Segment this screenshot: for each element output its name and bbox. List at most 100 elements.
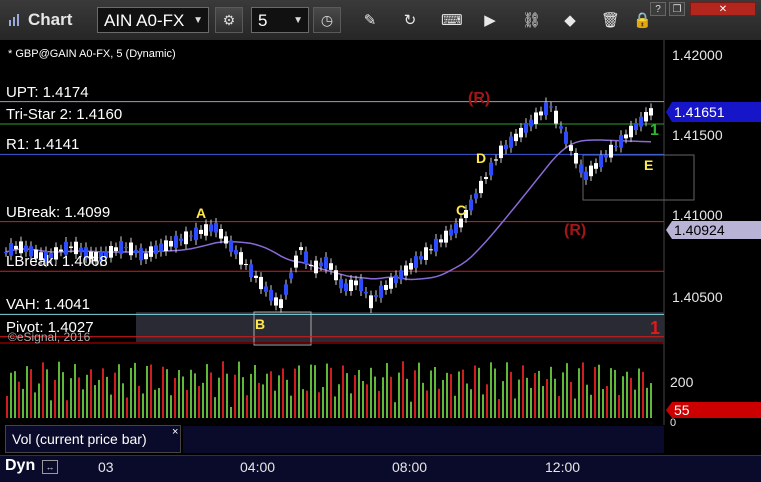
volume-bar xyxy=(50,400,52,418)
refresh-icon[interactable]: ↻ xyxy=(401,12,419,30)
candle-body xyxy=(634,123,638,131)
dynamic-label[interactable]: Dyn xyxy=(5,457,35,475)
volume-bar xyxy=(442,380,444,418)
trash-icon[interactable]: 🗑 xyxy=(601,12,620,30)
candle-body xyxy=(309,265,313,267)
time-template-button[interactable]: ◷ xyxy=(313,7,341,33)
candle-body xyxy=(79,247,83,253)
help-button[interactable]: ? xyxy=(650,2,666,16)
volume-bar xyxy=(178,370,180,418)
candle-body xyxy=(414,256,418,268)
volume-bar xyxy=(146,365,148,418)
volume-bar xyxy=(114,372,116,418)
lock-icon[interactable]: 🔒 xyxy=(633,12,652,30)
candle-body xyxy=(59,249,63,252)
chevron-down-icon[interactable]: ▼ xyxy=(293,8,303,34)
volume-bar xyxy=(34,392,36,418)
price-chart[interactable]: 1.42000 1.41500 1.41000 1.40500 1.41651 … xyxy=(0,40,761,455)
volume-bar xyxy=(310,364,312,418)
volume-bar xyxy=(350,393,352,418)
volume-bar xyxy=(306,390,308,418)
candle-body xyxy=(494,159,498,161)
candle-body xyxy=(509,136,513,148)
settings-button[interactable]: ⚙ xyxy=(215,7,243,33)
candle-body xyxy=(19,241,23,254)
volume-bar xyxy=(482,394,484,418)
volume-bar xyxy=(598,364,600,418)
candle-body xyxy=(359,278,363,292)
volume-bar xyxy=(134,362,136,418)
volume-bar xyxy=(122,383,124,418)
candle-body xyxy=(604,154,608,158)
volume-bar xyxy=(622,376,624,418)
volume-bar xyxy=(30,369,32,418)
volume-bar xyxy=(370,367,372,418)
level-label: LBreak: 1.4068 xyxy=(6,253,108,271)
ma-price-value: 1.40924 xyxy=(674,222,725,238)
chart-header: * GBP@GAIN A0-FX, 5 (Dynamic) xyxy=(8,48,176,60)
volume-bar xyxy=(406,378,408,418)
volume-bar xyxy=(586,384,588,418)
play-icon[interactable]: ▶ xyxy=(481,12,499,30)
close-button[interactable]: ✕ xyxy=(690,2,756,16)
restore-button[interactable]: ❐ xyxy=(669,2,685,16)
time-tick: 03 xyxy=(98,459,114,475)
symbol-input[interactable]: AIN A0-FX ▼ xyxy=(97,7,209,33)
volume-bar xyxy=(490,362,492,418)
volume-bar xyxy=(170,395,172,418)
interval-input[interactable]: 5 ▼ xyxy=(251,7,309,33)
candle-body xyxy=(114,247,118,252)
candle-body xyxy=(264,286,268,292)
candle-body xyxy=(474,193,478,199)
volume-bar xyxy=(242,377,244,418)
volume-bar xyxy=(454,395,456,418)
volume-bar xyxy=(110,394,112,418)
volume-bar xyxy=(218,377,220,418)
volume-last-value: 55 xyxy=(674,402,690,418)
candle-body xyxy=(224,236,228,244)
volume-bar xyxy=(582,362,584,418)
volume-bar xyxy=(550,366,552,418)
volume-bar xyxy=(402,361,404,418)
volume-bar xyxy=(258,382,260,418)
candle-body xyxy=(594,163,598,169)
candle-body xyxy=(179,238,183,242)
volume-bar xyxy=(318,392,320,418)
candle-body xyxy=(109,246,113,258)
volume-bar xyxy=(378,390,380,418)
volume-bar xyxy=(62,372,64,418)
eraser-icon[interactable]: ◆ xyxy=(561,12,579,30)
volume-bar xyxy=(386,363,388,418)
pencil-icon[interactable]: ✎ xyxy=(361,12,379,30)
volume-bar xyxy=(434,366,436,418)
volume-bar xyxy=(126,397,128,418)
candle-body xyxy=(384,285,388,290)
volume-bar xyxy=(142,393,144,418)
candle-body xyxy=(219,229,223,239)
candle-body xyxy=(134,250,138,253)
volume-legend[interactable]: Vol (current price bar) xyxy=(5,425,181,453)
time-tick: 08:00 xyxy=(392,459,428,475)
candle-body xyxy=(529,119,533,127)
candle-body xyxy=(404,265,408,276)
close-icon[interactable]: × xyxy=(172,426,178,438)
volume-bar xyxy=(518,379,520,418)
candle-body xyxy=(489,162,493,176)
volume-bar xyxy=(206,364,208,418)
volume-bar xyxy=(10,372,12,418)
candle-body xyxy=(409,263,413,270)
volume-bar xyxy=(42,362,44,418)
volume-bar xyxy=(538,370,540,418)
volume-bar xyxy=(630,377,632,418)
candle-body xyxy=(389,277,393,289)
volume-bar xyxy=(166,369,168,418)
keyboard-icon[interactable]: ⌨ xyxy=(441,12,463,30)
volume-bar xyxy=(158,388,160,418)
candle-body xyxy=(329,263,333,270)
volume-bar xyxy=(202,382,204,418)
link-icon[interactable]: ⛓ xyxy=(522,12,541,30)
scroll-icon[interactable]: ↔ xyxy=(42,460,58,474)
window-titlebar: Chart AIN A0-FX ▼ ⚙ 5 ▼ ◷ ✎ ↻ ⌨ ▶ ⛓ ◆ 🗑 … xyxy=(0,0,761,41)
chevron-down-icon[interactable]: ▼ xyxy=(193,8,203,34)
volume-bar xyxy=(338,384,340,418)
